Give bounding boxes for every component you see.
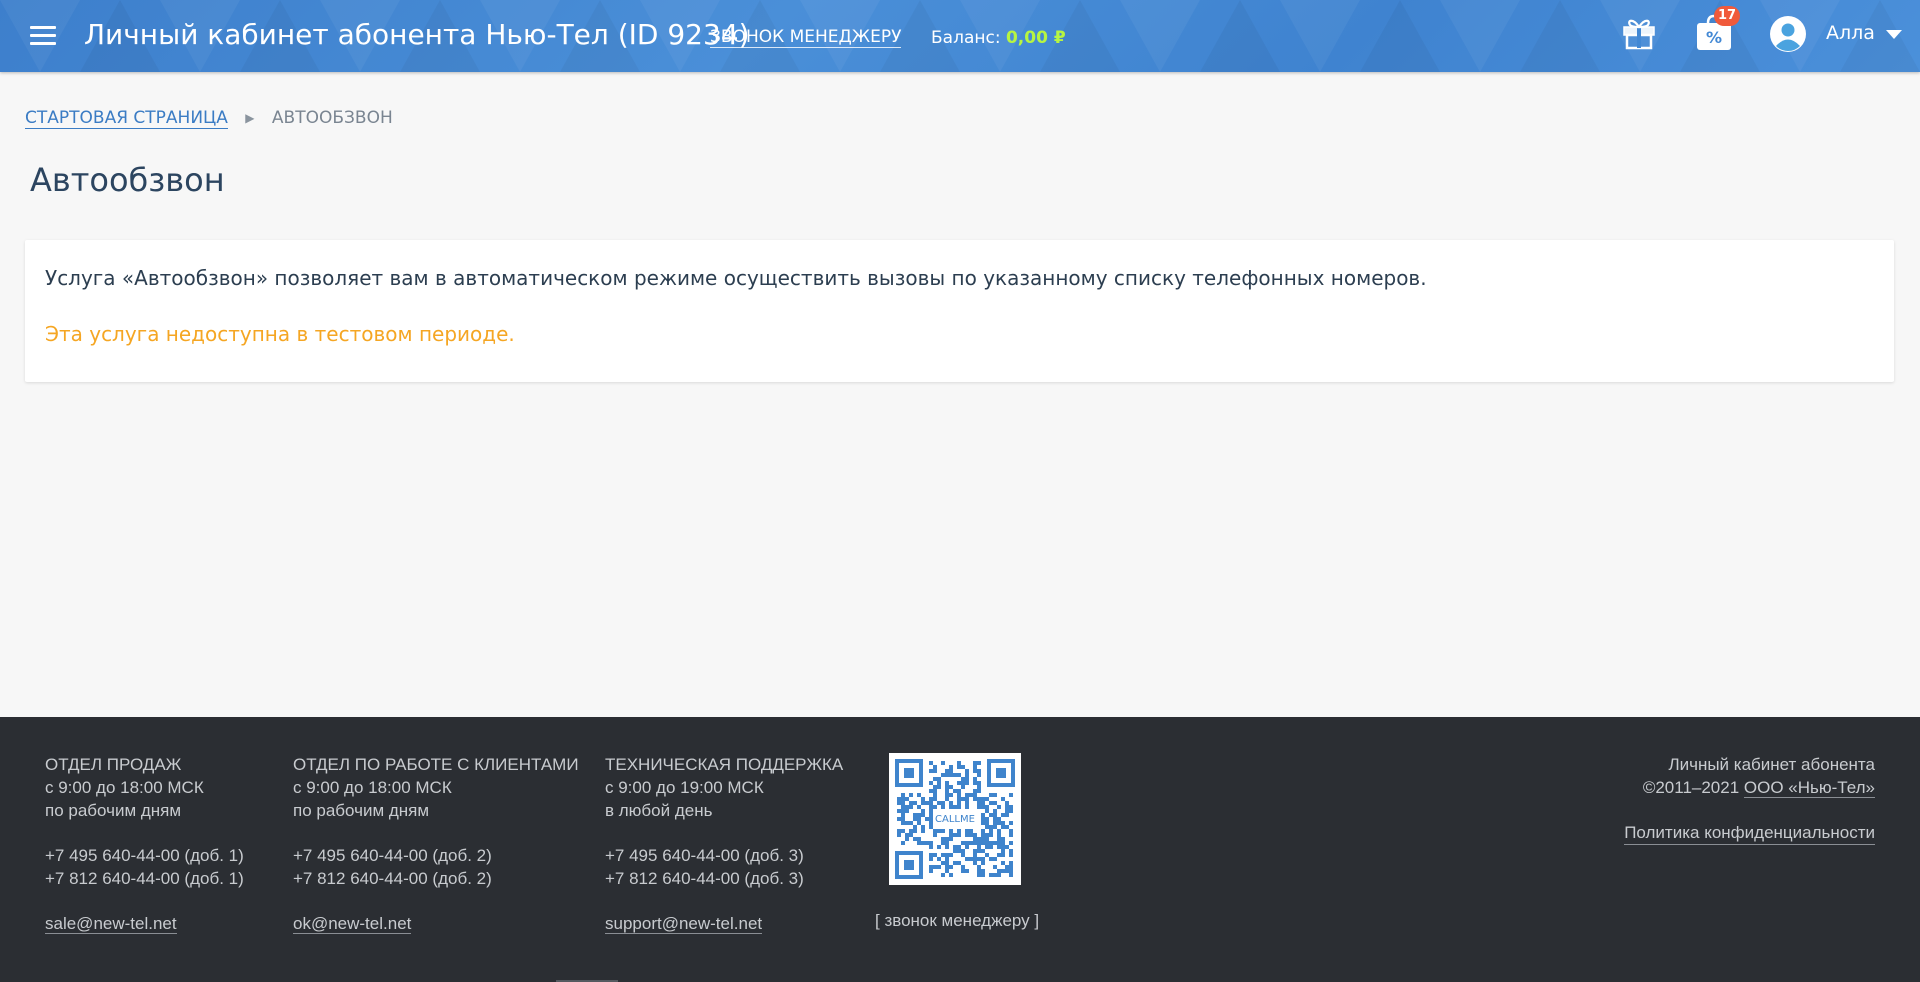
footer-phone: +7 495 640-44-00 (доб. 1) (45, 846, 244, 865)
breadcrumb-home-link[interactable]: СТАРТОВАЯ СТРАНИЦА (25, 108, 228, 129)
qr-call-manager-link[interactable]: [ звонок менеджеру ] (875, 911, 1039, 931)
user-name[interactable]: Алла (1826, 22, 1875, 44)
footer-sales-column: ОТДЕЛ ПРОДАЖ с 9:00 до 18:00 МСК по рабо… (45, 753, 244, 935)
balance-value: 0,00 ₽ (1005, 28, 1066, 48)
service-info-card: Услуга «Автообзвон» позволяет вам в авто… (25, 240, 1894, 382)
footer-legal: Личный кабинет абонента ©2011–2021 ООО «… (1624, 753, 1875, 845)
promo-icon-text: % (1706, 28, 1722, 47)
footer-company-link[interactable]: ООО «Нью-Тел» (1743, 778, 1875, 798)
call-manager-link[interactable]: ЗВОНОК МЕНЕДЖЕРУ (710, 27, 902, 48)
footer-phone: +7 812 640-44-00 (доб. 1) (45, 869, 244, 888)
balance: Баланс: 0,00 ₽ (931, 28, 1066, 48)
footer-cabinet-label: Личный кабинет абонента (1668, 755, 1875, 774)
footer: ОТДЕЛ ПРОДАЖ с 9:00 до 18:00 МСК по рабо… (0, 717, 1920, 982)
header-title: Личный кабинет абонента Нью-Тел (ID 9234… (84, 18, 750, 51)
breadcrumb-current: АВТООБЗВОН (271, 108, 393, 128)
footer-column-title: ТЕХНИЧЕСКАЯ ПОДДЕРЖКА (605, 755, 844, 774)
footer-email-link[interactable]: sale@new-tel.net (45, 914, 177, 934)
qr-caption: CALLME (935, 814, 975, 825)
gift-icon[interactable] (1621, 14, 1657, 50)
footer-support-column: ТЕХНИЧЕСКАЯ ПОДДЕРЖКА с 9:00 до 19:00 МС… (605, 753, 843, 935)
footer-email-link[interactable]: ok@new-tel.net (293, 914, 412, 934)
service-warning: Эта услуга недоступна в тестовом периоде… (45, 322, 515, 346)
footer-email-link[interactable]: support@new-tel.net (605, 914, 763, 934)
footer-phone: +7 812 640-44-00 (доб. 3) (605, 869, 804, 888)
footer-column-title: ОТДЕЛ ПО РАБОТЕ С КЛИЕНТАМИ (293, 755, 579, 774)
caret-down-icon[interactable] (1884, 26, 1904, 42)
footer-column-title: ОТДЕЛ ПРОДАЖ (45, 755, 182, 774)
footer-copyright: ©2011–2021 ООО «Нью-Тел» (1624, 776, 1875, 799)
footer-phone: +7 495 640-44-00 (доб. 2) (293, 846, 492, 865)
qr-code[interactable]: CALLME (889, 753, 1021, 885)
footer-clients-column: ОТДЕЛ ПО РАБОТЕ С КЛИЕНТАМИ с 9:00 до 18… (293, 753, 579, 935)
footer-hours: с 9:00 до 18:00 МСК (293, 778, 452, 797)
balance-label: Баланс: (931, 28, 1001, 48)
breadcrumb: СТАРТОВАЯ СТРАНИЦА ▶ АВТООБЗВОН (25, 108, 393, 129)
page-title: Автообзвон (30, 161, 225, 199)
privacy-policy-link[interactable]: Политика конфиденциальности (1624, 821, 1875, 845)
menu-icon[interactable] (30, 24, 56, 46)
footer-phone: +7 495 640-44-00 (доб. 3) (605, 846, 804, 865)
footer-hours: с 9:00 до 19:00 МСК (605, 778, 764, 797)
footer-hours: с 9:00 до 18:00 МСК (45, 778, 204, 797)
footer-days: в любой день (605, 801, 713, 820)
user-avatar-icon[interactable] (1770, 16, 1806, 52)
footer-days: по рабочим дням (45, 801, 182, 820)
service-description: Услуга «Автообзвон» позволяет вам в авто… (45, 266, 1427, 290)
footer-copyright-years: ©2011–2021 (1642, 778, 1740, 797)
promo-badge: 17 (1714, 6, 1740, 26)
top-bar: Личный кабинет абонента Нью-Тел (ID 9234… (0, 0, 1920, 72)
footer-days: по рабочим дням (293, 801, 430, 820)
breadcrumb-arrow-icon: ▶ (245, 111, 255, 125)
footer-phone: +7 812 640-44-00 (доб. 2) (293, 869, 492, 888)
